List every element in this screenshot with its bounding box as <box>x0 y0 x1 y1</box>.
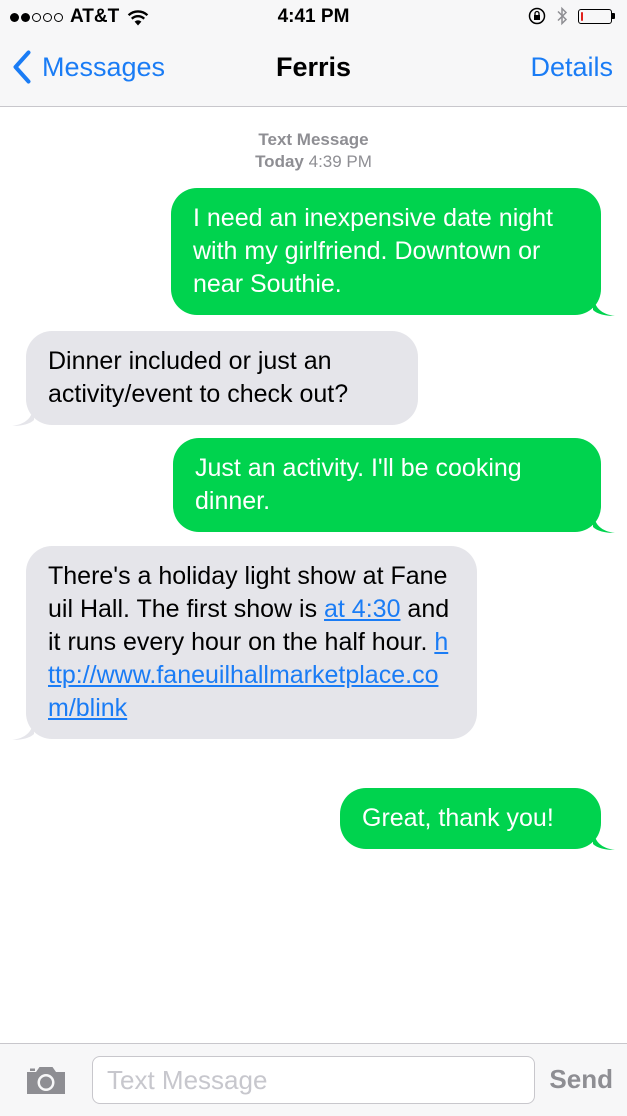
message-text: Dinner included or just an activity/even… <box>48 347 349 408</box>
bubble-tail <box>593 513 615 533</box>
bubble-tail <box>593 830 615 850</box>
status-right <box>528 6 615 26</box>
message-date: Today 4:39 PM <box>0 151 627 173</box>
status-bar: AT&T 4:41 PM <box>0 0 627 34</box>
bubble-tail <box>12 406 34 426</box>
message-input-bar: Send <box>0 1043 627 1116</box>
message-type-label: Text Message <box>258 130 369 149</box>
battery-fill <box>581 11 583 21</box>
orientation-lock-icon <box>528 7 546 25</box>
outgoing-message-bubble[interactable]: Just an activity. I'll be cooking dinner… <box>173 438 615 533</box>
battery-tip <box>612 13 615 19</box>
message-timestamp: Text Message Today 4:39 PM <box>0 129 627 173</box>
message-time: 4:39 PM <box>308 152 372 171</box>
navigation-bar: Messages Ferris Details <box>0 34 627 107</box>
incoming-message-bubble[interactable]: Dinner included or just an activity/even… <box>12 331 418 426</box>
outgoing-message-bubble[interactable]: I need an inexpensive date night with my… <box>171 188 615 316</box>
camera-button[interactable] <box>24 1064 68 1102</box>
bubble-tail <box>593 296 615 316</box>
time-link[interactable]: at 4:30 <box>324 595 400 623</box>
message-day: Today <box>255 152 304 171</box>
camera-icon <box>27 1067 65 1094</box>
message-text-input[interactable] <box>92 1056 535 1104</box>
send-button[interactable]: Send <box>549 1064 613 1095</box>
outgoing-message-bubble[interactable]: Great, thank you! <box>340 788 615 850</box>
battery-body <box>578 8 612 24</box>
message-text: I need an inexpensive date night with my… <box>193 204 553 298</box>
incoming-message-bubble[interactable]: There's a holiday light show at Faneuil … <box>12 546 477 740</box>
battery-icon <box>568 8 615 24</box>
bluetooth-icon <box>557 6 568 26</box>
messages-screen: AT&T 4:41 PM Messages Ferris Details Tex… <box>0 0 627 1116</box>
details-button[interactable]: Details <box>530 52 613 83</box>
message-text: Just an activity. I'll be cooking dinner… <box>195 454 522 515</box>
bubble-tail <box>12 720 34 740</box>
message-text: Great, thank you! <box>362 804 554 832</box>
